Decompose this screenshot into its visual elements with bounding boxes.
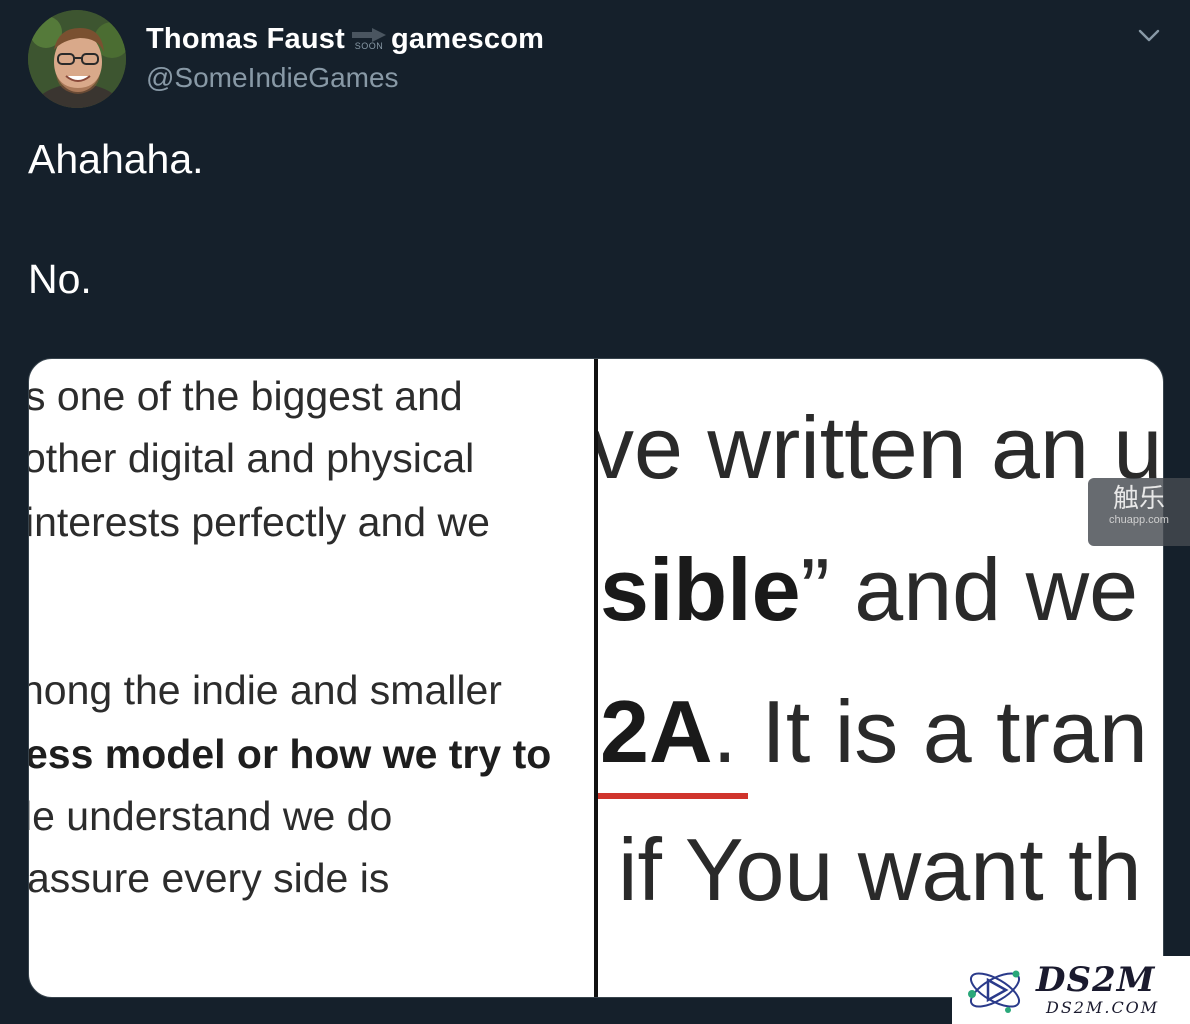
left-text-line: nong the indie and smaller	[29, 667, 502, 713]
arrow-right-icon	[352, 27, 386, 42]
left-text-line: other digital and physical	[29, 435, 475, 481]
left-text-line: s one of the biggest and	[29, 373, 463, 419]
soon-badge: SOON	[351, 27, 387, 51]
tweet-text-line-1: Ahahaha.	[28, 136, 204, 182]
user-name-event[interactable]: gamescom	[391, 23, 544, 56]
right-text-line: 2A. It is a tran	[600, 681, 1148, 783]
right-text-rest: . It is a tran	[712, 682, 1148, 781]
user-handle[interactable]: @SomeIndieGames	[146, 62, 399, 94]
right-text-bold: sible	[600, 540, 801, 639]
right-text-line: ve written an u	[598, 398, 1163, 497]
right-text-bold: 2A	[600, 682, 713, 781]
user-name[interactable]: Thomas Faust	[146, 23, 345, 56]
red-underline	[598, 793, 748, 799]
right-text-rest: ” and we	[800, 540, 1139, 639]
left-text-line: le understand we do	[29, 793, 393, 839]
chuapp-watermark: 触乐 chuapp.com	[1088, 478, 1190, 546]
user-name-row[interactable]: Thomas Faust SOON gamescom	[146, 22, 544, 56]
ds2m-watermark-domain: DS2M.COM	[1046, 998, 1160, 1017]
tweet-media-card[interactable]: s one of the biggest and other digital a…	[28, 358, 1164, 998]
left-text-line: assure every side is	[29, 855, 390, 901]
avatar[interactable]	[28, 10, 126, 108]
ds2m-watermark-title: DS2M	[1036, 960, 1156, 1000]
media-image-right[interactable]: ve written an u sible” and we 2A. It is …	[598, 359, 1163, 997]
left-text-line: interests perfectly and we	[29, 499, 490, 545]
chuapp-watermark-domain: chuapp.com	[1109, 514, 1169, 526]
tweet-text-line-2: No.	[28, 256, 92, 302]
right-text-line: if You want th	[618, 820, 1142, 919]
chevron-down-icon[interactable]	[1136, 25, 1162, 45]
right-text-line: sible” and we	[600, 539, 1138, 641]
media-image-left[interactable]: s one of the biggest and other digital a…	[29, 359, 594, 997]
left-text-line-bold: ess model or how we try to	[29, 731, 552, 777]
ds2m-watermark: DS2M DS2M.COM	[952, 956, 1190, 1024]
chuapp-watermark-name: 触乐	[1112, 484, 1165, 514]
atom-logo-icon	[968, 970, 1021, 1013]
soon-label: SOON	[354, 40, 384, 51]
